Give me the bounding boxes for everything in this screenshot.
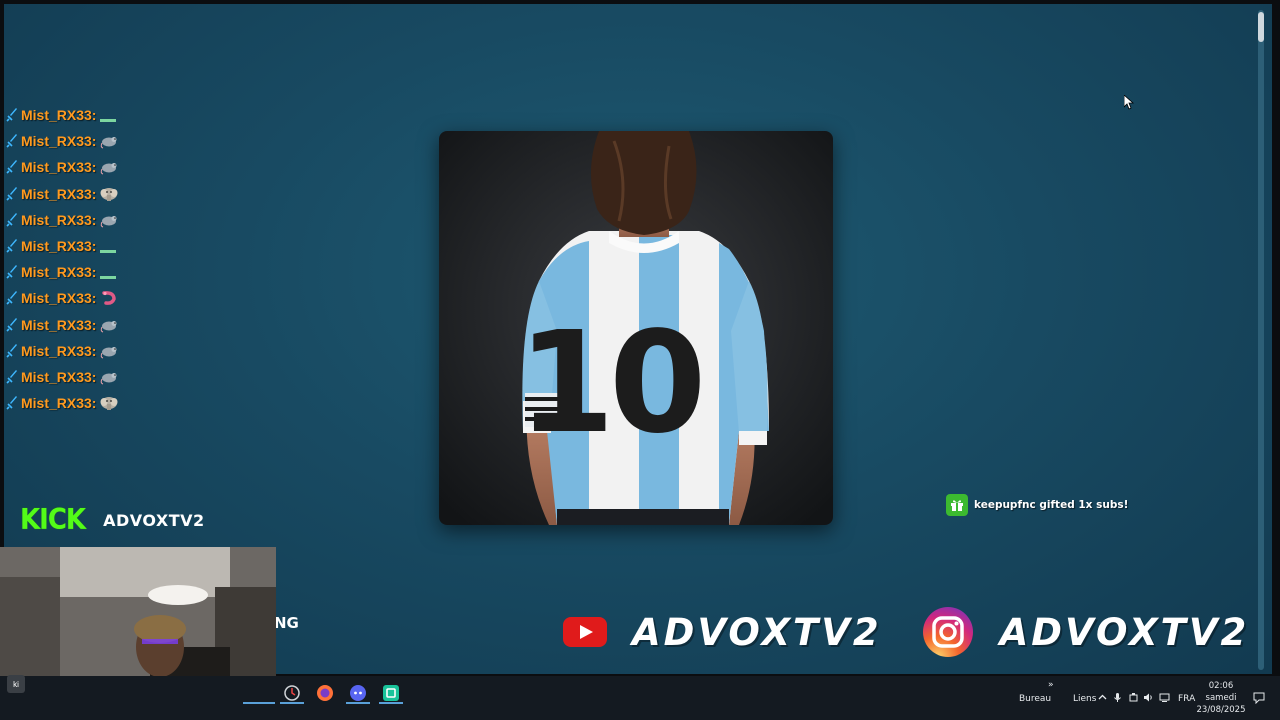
scrollbar[interactable] [1258,10,1264,670]
kick-branding: KICK ADVOXTV2 [20,503,205,537]
social-links: ADVOXTV2 ADVOXTV2 [562,606,1249,658]
chat-username: Mist_RX33: [21,238,97,255]
taskbar-active-indicator [379,702,403,704]
chat-username: Mist_RX33: [21,342,97,359]
sword-badge-icon [6,317,17,332]
chat-message: Mist_RX33: [6,285,118,311]
speaker-icon[interactable] [1143,692,1154,703]
sword-badge-icon [6,186,17,201]
sword-badge-icon [6,369,17,384]
dash-emote-icon [100,249,117,253]
chat-username: Mist_RX33: [21,211,97,228]
dash-emote-icon [100,118,117,122]
clock-app-icon[interactable] [282,683,302,703]
taskbar-active-indicator [243,702,275,704]
kick-logo: KICK [20,503,86,537]
dash-emote-icon [100,275,117,279]
toolbar-overflow-chevron[interactable]: » [1048,680,1054,690]
taskbar-active-indicator [346,702,370,704]
sword-badge-icon [6,108,17,122]
gift-sub-alert: keepupfnc gifted 1x subs! [946,492,1136,518]
rat-emote-icon [100,317,118,333]
rat-emote-icon [100,133,118,149]
rat-emote-icon [100,343,118,359]
chat-username: Mist_RX33: [21,185,97,202]
taskbar-active-indicator [280,702,304,704]
chat-message: Mist_RX33: [6,128,118,154]
jersey-photo: 10 [439,131,833,525]
sword-badge-icon [6,134,17,148]
chevron-up-icon[interactable] [1097,692,1108,703]
chat-username: Mist_RX33: [21,159,97,176]
rat-emote-icon [100,212,118,228]
chat-username: Mist_RX33: [21,107,97,124]
liens-toolbar[interactable]: Liens [1073,694,1096,704]
gift-alert-text: keepupfnc gifted 1x subs! [974,499,1129,511]
elephant-emote-icon [100,186,118,202]
input-language[interactable]: FRA [1178,694,1195,704]
network-icon[interactable] [1159,692,1170,703]
clock-date: 23/08/2025 [1196,705,1246,715]
clock-day: samedi [1205,693,1237,703]
chat-message: Mist_RX33: [6,259,118,285]
sword-badge-icon [6,160,17,175]
overlay-partial-text: NG [274,614,299,632]
gift-icon [946,494,968,516]
chat-username: Mist_RX33: [21,133,97,150]
chat-message: Mist_RX33: [6,181,118,207]
system-clock[interactable]: 02:06 samedi 23/08/2025 [1196,680,1246,716]
mouse-cursor-icon [1124,95,1134,110]
sword-badge-icon [6,396,17,410]
chat-message: Mist_RX33: [6,102,118,128]
sword-badge-icon [6,343,17,358]
sword-badge-icon [6,265,17,279]
scrollbar-thumb[interactable] [1258,12,1264,42]
jersey-number: 10 [518,302,701,465]
sword-badge-icon [6,291,17,305]
sword-badge-icon [6,239,17,253]
chat-username: Mist_RX33: [21,368,97,385]
chat-message: Mist_RX33: [6,154,118,180]
youtube-handle: ADVOXTV2 [632,610,882,654]
chat-username: Mist_RX33: [21,264,97,281]
chat-message: Mist_RX33: [6,207,118,233]
elephant-emote-icon [100,395,118,411]
bureau-toolbar[interactable]: Bureau [1019,694,1051,704]
chat-username: Mist_RX33: [21,290,97,307]
notifications-icon[interactable] [1253,692,1265,704]
webcam-tag[interactable]: ki [7,675,25,693]
chat-message: Mist_RX33: [6,390,118,416]
chat-username: Mist_RX33: [21,316,97,333]
chat-message: Mist_RX33: [6,338,118,364]
chat-message: Mist_RX33: [6,364,118,390]
chat-message: Mist_RX33: [6,312,118,338]
streaming-app-icon[interactable] [381,683,401,703]
chat-overlay: Mist_RX33: Mist_RX33: Mist_RX33: Mist_RX33:… [6,102,118,416]
kick-channel-name: ADVOXTV2 [103,510,205,530]
shrimp-emote-icon [100,290,118,306]
featured-image: 10 [439,131,833,525]
firefox-icon[interactable] [315,683,335,703]
sword-badge-icon [6,212,17,227]
discord-icon[interactable] [348,683,368,703]
rat-emote-icon [100,159,118,175]
instagram-icon [922,607,973,657]
chat-username: Mist_RX33: [21,395,97,412]
instagram-handle: ADVOXTV2 [999,610,1250,654]
chat-message: Mist_RX33: [6,233,118,259]
battery-plug-icon[interactable] [1128,692,1139,703]
microphone-icon[interactable] [1112,692,1123,703]
clock-time: 02:06 [1208,681,1234,691]
rat-emote-icon [100,369,118,385]
youtube-icon [563,617,607,647]
